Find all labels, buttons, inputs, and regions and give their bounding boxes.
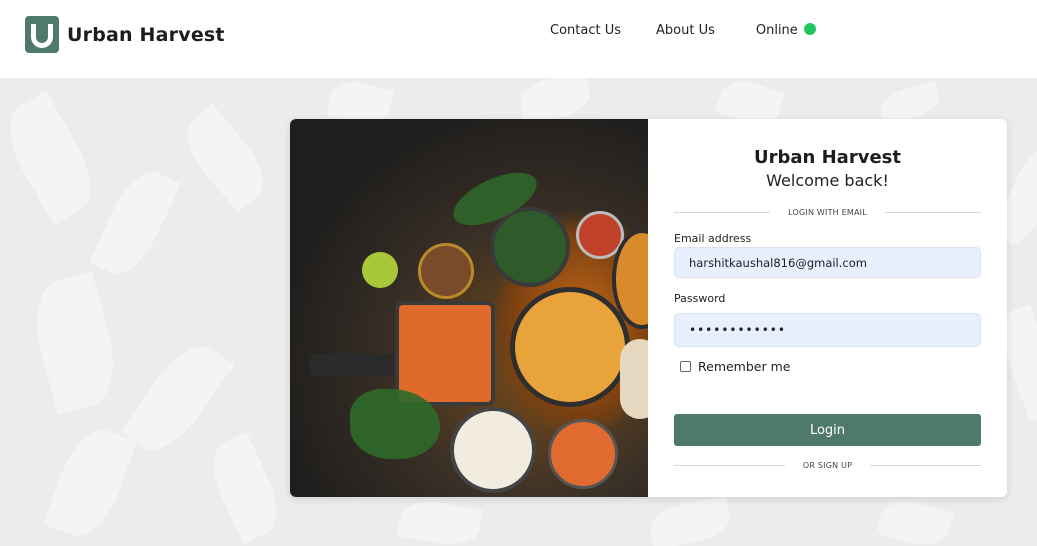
remember-me-row[interactable]: Remember me (680, 359, 790, 374)
email-field[interactable]: harshitkaushal816@gmail.com (674, 247, 981, 278)
logo-icon (25, 16, 59, 53)
or-sign-up-divider: OR SIGN UP (674, 458, 981, 472)
brand-logo[interactable]: Urban Harvest (25, 16, 225, 53)
remember-me-checkbox[interactable] (680, 361, 691, 372)
online-status-label: Online (755, 23, 798, 38)
online-status: Online (756, 23, 816, 38)
remember-me-label: Remember me (698, 359, 791, 374)
sign-up-link[interactable]: OR SIGN UP (785, 461, 870, 470)
login-with-email-divider: LOGIN WITH EMAIL (674, 205, 981, 219)
form-brand-title: Urban Harvest (754, 147, 901, 168)
welcome-heading: Welcome back! (766, 171, 889, 190)
online-indicator-icon (803, 23, 816, 35)
login-button[interactable]: Login (674, 414, 981, 446)
main-nav: Contact Us About Us Online (550, 23, 816, 38)
login-card: Urban Harvest Welcome back! LOGIN WITH E… (290, 119, 1007, 497)
nav-contact-link[interactable]: Contact Us (550, 23, 621, 38)
top-navbar: Urban Harvest Contact Us About Us Online (0, 0, 1037, 78)
login-form-panel: Urban Harvest Welcome back! LOGIN WITH E… (648, 119, 1007, 497)
nav-about-link[interactable]: About Us (656, 23, 715, 38)
email-label: Email address (674, 232, 752, 245)
password-field[interactable]: •••••••••••• (674, 313, 981, 347)
brand-name: Urban Harvest (67, 23, 225, 46)
food-image (290, 119, 648, 497)
divider-label: LOGIN WITH EMAIL (788, 207, 867, 217)
password-label: Password (674, 292, 726, 305)
